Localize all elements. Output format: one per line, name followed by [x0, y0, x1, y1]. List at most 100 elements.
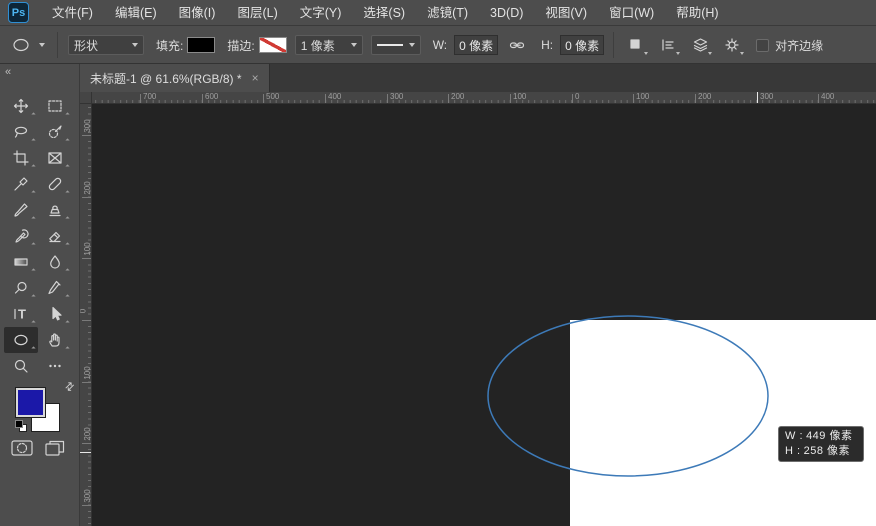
ruler-major-tick — [448, 94, 449, 103]
stroke-color-swatch[interactable] — [259, 37, 287, 53]
ruler-major-tick — [325, 94, 326, 103]
tool-horizontal-type[interactable]: T — [4, 301, 38, 327]
svg-text:T: T — [18, 307, 26, 322]
stroke-width-select[interactable]: 1 像素 — [295, 35, 363, 55]
ellipse-tool-icon — [12, 37, 34, 53]
menu-item-filter[interactable]: 滤镜(T) — [416, 0, 479, 26]
fill-color-swatch[interactable] — [187, 37, 215, 53]
tool-brush[interactable] — [4, 197, 38, 223]
align-edges-label: 对齐边缘 — [775, 37, 823, 54]
tool-frame[interactable] — [38, 145, 72, 171]
magnifier-icon — [13, 358, 29, 374]
quick-selection-icon — [47, 124, 63, 140]
tool-quick-selection[interactable] — [38, 119, 72, 145]
ruler-major-tick — [82, 135, 91, 136]
tool-gradient[interactable] — [4, 249, 38, 275]
divider — [57, 32, 58, 58]
stroke-label: 描边: — [227, 37, 254, 54]
quick-mask-icon[interactable] — [10, 438, 34, 458]
lasso-icon — [13, 124, 29, 140]
color-controls: ⇄ — [16, 384, 72, 438]
marquee-icon — [47, 98, 63, 114]
ruler-cursor-indicator — [757, 92, 758, 103]
tool-preset-picker[interactable] — [0, 32, 51, 58]
screen-mode-icon[interactable] — [44, 438, 66, 458]
tool-edit-toolbar[interactable] — [38, 353, 72, 379]
tool-hand[interactable] — [38, 327, 72, 353]
tool-path-selection[interactable] — [38, 301, 72, 327]
tool-mode-select[interactable]: 形状 — [68, 35, 144, 55]
tool-lasso[interactable] — [4, 119, 38, 145]
chevron-down-icon — [351, 43, 357, 47]
tool-crop[interactable] — [4, 145, 38, 171]
photoshop-window: Ps 文件(F) 编辑(E) 图像(I) 图层(L) 文字(Y) 选择(S) 滤… — [0, 0, 876, 526]
tool-zoom[interactable] — [4, 353, 38, 379]
close-icon[interactable]: × — [252, 71, 259, 85]
link-dimensions-button[interactable] — [504, 33, 530, 57]
collapse-tools-button[interactable]: « — [5, 66, 10, 78]
fill-label: 填充: — [156, 37, 183, 54]
swap-colors-icon[interactable]: ⇄ — [62, 379, 78, 395]
tool-history-brush[interactable] — [4, 223, 38, 249]
align-edges-checkbox[interactable] — [756, 39, 769, 52]
tool-eraser[interactable] — [38, 223, 72, 249]
ruler-cursor-indicator — [80, 452, 91, 453]
ruler-label: 200 — [698, 92, 711, 101]
default-colors-icon[interactable] — [15, 420, 27, 432]
menu-item-edit[interactable]: 编辑(E) — [104, 0, 168, 26]
chain-link-icon — [509, 37, 525, 53]
tool-rectangular-marquee[interactable] — [38, 93, 72, 119]
tool-eyedropper[interactable] — [4, 171, 38, 197]
tool-dodge[interactable] — [4, 275, 38, 301]
ruler-label: 100 — [83, 242, 92, 255]
menu-item-image[interactable]: 图像(I) — [168, 0, 227, 26]
tooltip-width-label: W : — [785, 430, 803, 442]
path-alignment-button[interactable] — [655, 33, 681, 57]
tool-pen[interactable] — [38, 275, 72, 301]
path-operations-button[interactable] — [623, 33, 649, 57]
ruler-label: 300 — [760, 92, 773, 101]
chevron-down-icon — [676, 52, 680, 55]
tool-move[interactable] — [4, 93, 38, 119]
menu-bar: Ps 文件(F) 编辑(E) 图像(I) 图层(L) 文字(Y) 选择(S) 滤… — [0, 0, 876, 26]
photoshop-logo-icon[interactable]: Ps — [8, 2, 29, 23]
ellipse-shape-preview — [488, 316, 768, 476]
chevron-down-icon — [39, 43, 45, 47]
stroke-width-value: 1 像素 — [301, 37, 335, 54]
tool-spot-healing-brush[interactable] — [38, 171, 72, 197]
menu-item-view[interactable]: 视图(V) — [534, 0, 598, 26]
tool-ellipse[interactable] — [4, 327, 38, 353]
menu-item-3d[interactable]: 3D(D) — [479, 0, 534, 26]
ruler-origin-corner[interactable] — [80, 92, 92, 104]
align-icon — [660, 37, 676, 53]
history-brush-icon — [13, 228, 29, 244]
shape-height-input[interactable] — [560, 35, 604, 55]
shape-width-input[interactable] — [454, 35, 498, 55]
foreground-color-swatch[interactable] — [16, 388, 45, 417]
document-tab-bar: 未标题-1 @ 61.6%(RGB/8) * × — [80, 64, 876, 92]
menu-item-layer[interactable]: 图层(L) — [226, 0, 288, 26]
horizontal-ruler[interactable]: 7006005004003002001000100200300400 — [92, 92, 876, 104]
shape-settings-button[interactable] — [719, 33, 745, 57]
menu-item-window[interactable]: 窗口(W) — [598, 0, 665, 26]
vertical-ruler[interactable]: 3002001000100200300 — [80, 104, 92, 526]
document-tab[interactable]: 未标题-1 @ 61.6%(RGB/8) * × — [80, 64, 270, 92]
shape-size-tooltip: W : 449 像素 H : 258 像素 — [778, 426, 864, 462]
menu-item-type[interactable]: 文字(Y) — [289, 0, 353, 26]
tool-clone-stamp[interactable] — [38, 197, 72, 223]
tooltip-height-label: H : — [785, 445, 801, 457]
tool-blur[interactable] — [38, 249, 72, 275]
stroke-style-select[interactable] — [371, 35, 421, 55]
ruler-label: 100 — [83, 366, 92, 379]
screen-mode-controls — [10, 438, 74, 458]
ruler-label: 400 — [821, 92, 834, 101]
menu-item-help[interactable]: 帮助(H) — [665, 0, 729, 26]
move-icon — [13, 98, 29, 114]
menu-item-select[interactable]: 选择(S) — [352, 0, 416, 26]
ruler-major-tick — [510, 94, 511, 103]
menu-item-file[interactable]: 文件(F) — [41, 0, 104, 26]
chevron-down-icon — [409, 43, 415, 47]
canvas-area[interactable]: W : 449 像素 H : 258 像素 — [92, 104, 876, 526]
path-arrangement-button[interactable] — [687, 33, 713, 57]
brush-icon — [13, 202, 29, 218]
